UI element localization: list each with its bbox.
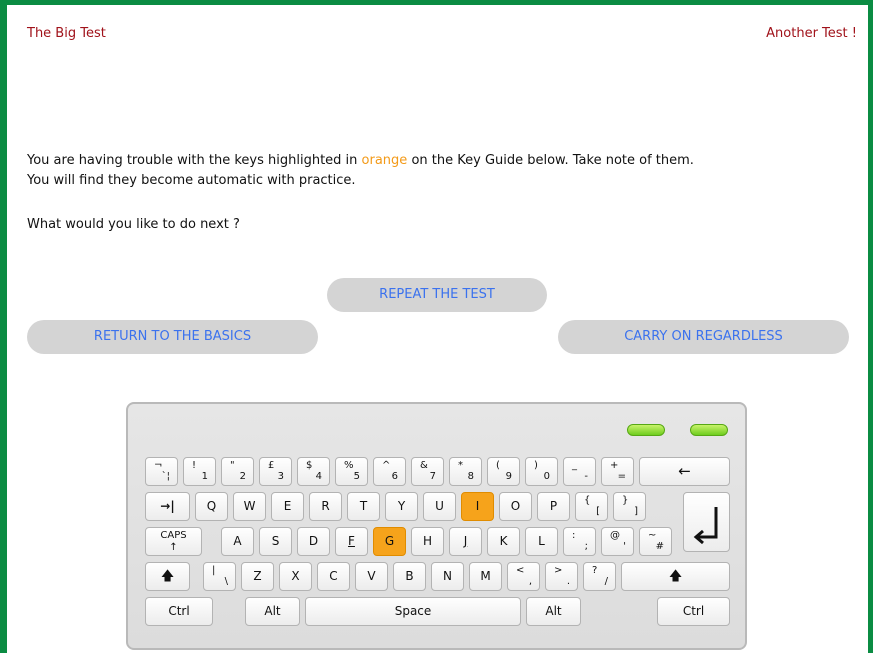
key-9: (9 xyxy=(487,457,520,486)
key-comma: <, xyxy=(507,562,540,591)
key-left-ctrl: Ctrl xyxy=(145,597,213,626)
key-right-ctrl: Ctrl xyxy=(657,597,730,626)
keyboard-led-indicator xyxy=(627,424,665,436)
instruction-message: You are having trouble with the keys hig… xyxy=(27,151,867,191)
key-b: B xyxy=(393,562,426,591)
key-3: £3 xyxy=(259,457,292,486)
key-minus: _ - xyxy=(563,457,596,486)
key-semicolon: :; xyxy=(563,527,596,556)
enter-icon xyxy=(693,507,718,545)
key-x: X xyxy=(279,562,312,591)
key-r: R xyxy=(309,492,342,521)
key-1: ! 1 xyxy=(183,457,216,486)
message-line2: You will find they become automatic with… xyxy=(27,173,356,188)
key-quote: @ ' xyxy=(601,527,634,556)
key-f: F xyxy=(335,527,368,556)
key-enter xyxy=(683,492,730,552)
key-4: $4 xyxy=(297,457,330,486)
key-period: >. xyxy=(545,562,578,591)
key-g-highlighted: G xyxy=(373,527,406,556)
key-left-alt: Alt xyxy=(245,597,300,626)
key-space: Space xyxy=(305,597,521,626)
key-right-shift: 🡅 xyxy=(621,562,730,591)
key-j: J xyxy=(449,527,482,556)
key-backtick: ¬ `¦ xyxy=(145,457,178,486)
key-backslash: | \ xyxy=(203,562,236,591)
key-q: Q xyxy=(195,492,228,521)
key-p: P xyxy=(537,492,570,521)
key-n: N xyxy=(431,562,464,591)
key-caps-lock: CAPS ↑ xyxy=(145,527,202,556)
key-tab: →| xyxy=(145,492,190,521)
key-6: ^ 6 xyxy=(373,457,406,486)
message-part2: on the Key Guide below. Take note of the… xyxy=(407,153,694,168)
key-t: T xyxy=(347,492,380,521)
key-backspace: ← xyxy=(639,457,730,486)
key-e: E xyxy=(271,492,304,521)
key-0: ) 0 xyxy=(525,457,558,486)
key-z: Z xyxy=(241,562,274,591)
key-right-alt: Alt xyxy=(526,597,581,626)
repeat-test-button[interactable]: REPEAT THE TEST xyxy=(327,278,547,312)
keyboard-led-indicator xyxy=(690,424,728,436)
message-part1: You are having trouble with the keys hig… xyxy=(27,153,362,168)
key-hash: ~ # xyxy=(639,527,672,556)
big-test-link[interactable]: The Big Test xyxy=(27,26,106,41)
key-u: U xyxy=(423,492,456,521)
key-open-bracket: {[ xyxy=(575,492,608,521)
key-c: C xyxy=(317,562,350,591)
key-5: % 5 xyxy=(335,457,368,486)
key-slash: ? / xyxy=(583,562,616,591)
key-close-bracket: }] xyxy=(613,492,646,521)
key-l: L xyxy=(525,527,558,556)
key-h: H xyxy=(411,527,444,556)
return-basics-button[interactable]: RETURN TO THE BASICS xyxy=(27,320,318,354)
key-d: D xyxy=(297,527,330,556)
key-i-highlighted: I xyxy=(461,492,494,521)
key-equals: + = xyxy=(601,457,634,486)
key-guide-keyboard: ¬ `¦ ! 1 " 2 £3 $4 % 5 ^ 6 & 7 * 8 (9 ) 0 _ - + = … xyxy=(126,402,747,650)
key-w: W xyxy=(233,492,266,521)
key-v: V xyxy=(355,562,388,591)
key-m: M xyxy=(469,562,502,591)
carry-on-button[interactable]: CARRY ON REGARDLESS xyxy=(558,320,849,354)
key-left-shift: 🡅 xyxy=(145,562,190,591)
key-y: Y xyxy=(385,492,418,521)
key-8: * 8 xyxy=(449,457,482,486)
key-7: & 7 xyxy=(411,457,444,486)
key-a: A xyxy=(221,527,254,556)
another-test-link[interactable]: Another Test ! xyxy=(766,26,857,41)
key-k: K xyxy=(487,527,520,556)
message-highlight-word: orange xyxy=(361,153,408,168)
key-s: S xyxy=(259,527,292,556)
key-o: O xyxy=(499,492,532,521)
next-question: What would you like to do next ? xyxy=(27,217,240,232)
key-2: " 2 xyxy=(221,457,254,486)
